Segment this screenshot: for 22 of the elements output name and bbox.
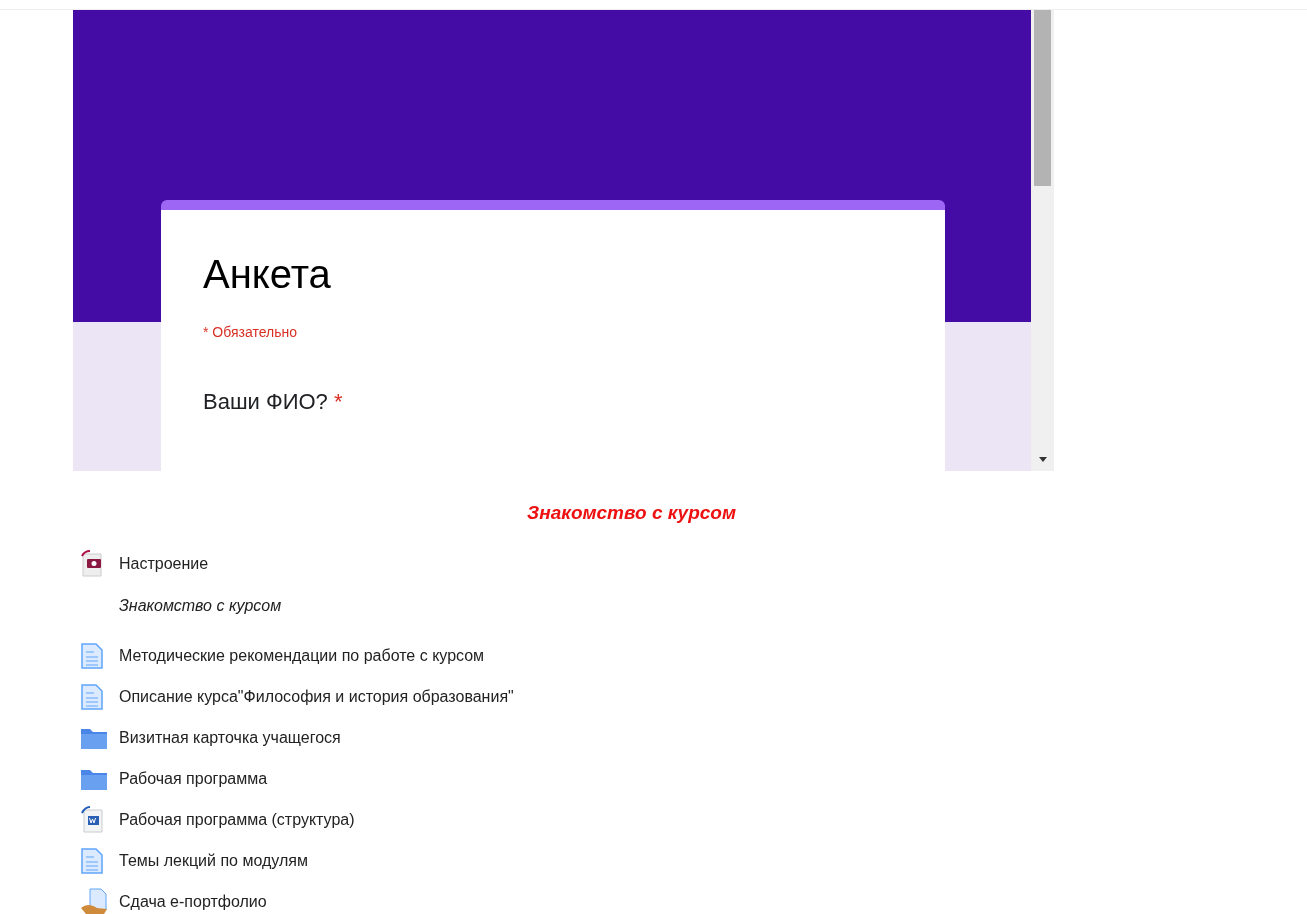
course-item-link[interactable]: Описание курса"Философия и история образования" <box>119 685 514 709</box>
document-icon <box>80 847 104 875</box>
section-label: Знакомство с курсом <box>119 596 282 616</box>
course-item-link[interactable]: Рабочая программа (структура) <box>119 808 355 832</box>
course-item-link[interactable]: Сдача е-портфолио <box>119 890 267 914</box>
scroll-down-icon[interactable] <box>1037 457 1048 463</box>
course-item-link[interactable]: Методические рекомендации по работе с курсом <box>119 644 485 668</box>
course-item-link[interactable]: Визитная карточка учащегося <box>119 726 341 750</box>
document-icon <box>80 683 104 711</box>
section-title: Знакомство с курсом <box>527 501 736 525</box>
folder-icon <box>80 767 108 791</box>
word-document-icon <box>80 806 106 834</box>
course-item-link[interactable]: Темы лекций по модулям <box>119 849 308 873</box>
scrollbar[interactable] <box>1031 10 1054 471</box>
course-item-link[interactable]: Рабочая программа <box>119 767 268 791</box>
hand-with-document-icon <box>80 888 110 914</box>
document-icon <box>80 642 104 670</box>
folder-icon <box>80 726 108 750</box>
form-title: Анкета <box>203 251 331 298</box>
question-label: Ваши ФИО? * <box>203 388 343 416</box>
course-item-link[interactable]: Настроение <box>119 552 209 576</box>
required-note: * Обязательно <box>203 323 297 342</box>
